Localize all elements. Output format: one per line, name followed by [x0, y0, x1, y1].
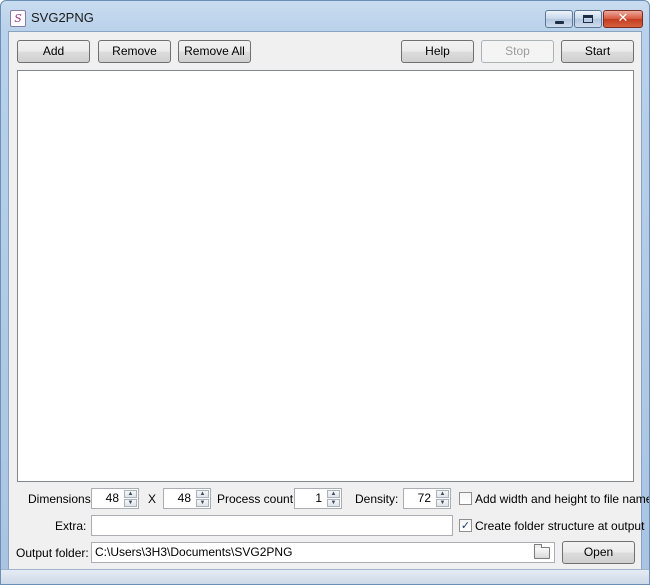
density-value: 72 [417, 491, 431, 505]
file-list[interactable] [17, 70, 634, 482]
help-button[interactable]: Help [401, 40, 474, 63]
dimension-x-label: X [148, 492, 157, 506]
stop-button[interactable]: Stop [481, 40, 554, 63]
window-title: SVG2PNG [31, 10, 94, 25]
remove-all-button[interactable]: Remove All [178, 40, 251, 63]
extra-label: Extra: [55, 519, 87, 533]
spin-down-icon[interactable]: ▼ [327, 499, 340, 507]
client-area: Add Remove Remove All Help Stop Start Di… [8, 31, 649, 576]
create-folder-checkbox[interactable]: ✓ [459, 519, 472, 532]
spin-down-icon[interactable]: ▼ [124, 499, 137, 507]
start-button[interactable]: Start [561, 40, 634, 63]
height-spinbox[interactable]: 48 ▲ ▼ [163, 488, 211, 509]
dimensions-label: Dimensions: [28, 492, 95, 506]
process-count-label: Process count: [217, 492, 297, 506]
spin-up-icon[interactable]: ▲ [436, 490, 449, 498]
spin-up-icon[interactable]: ▲ [327, 490, 340, 498]
density-spinbox[interactable]: 72 ▲ ▼ [403, 488, 451, 509]
density-label: Density: [355, 492, 399, 506]
width-value: 48 [105, 491, 119, 505]
spin-up-icon[interactable]: ▲ [196, 490, 209, 498]
app-icon: S [10, 10, 26, 27]
output-folder-path: C:\Users\3H3\Documents\SVG2PNG [95, 545, 293, 559]
spin-up-icon[interactable]: ▲ [124, 490, 137, 498]
spin-down-icon[interactable]: ▼ [196, 499, 209, 507]
remove-button[interactable]: Remove [98, 40, 171, 63]
height-spin-arrows: ▲ ▼ [196, 490, 209, 507]
add-wh-checkbox[interactable] [459, 492, 472, 505]
maximize-icon [583, 15, 593, 23]
close-button[interactable]: ✕ [603, 10, 643, 28]
spin-down-icon[interactable]: ▼ [436, 499, 449, 507]
create-folder-label[interactable]: Create folder structure at output [475, 519, 644, 533]
process-count-value: 1 [315, 491, 322, 505]
folder-icon[interactable] [534, 544, 550, 559]
maximize-button[interactable] [574, 10, 602, 28]
height-value: 48 [177, 491, 191, 505]
output-folder-label: Output folder: [16, 546, 89, 560]
output-folder-field[interactable]: C:\Users\3H3\Documents\SVG2PNG [91, 542, 555, 563]
process-count-spinbox[interactable]: 1 ▲ ▼ [294, 488, 342, 509]
status-bar [1, 569, 649, 584]
close-icon: ✕ [617, 11, 629, 26]
title-bar[interactable]: S SVG2PNG ✕ [1, 1, 649, 35]
add-button[interactable]: Add [17, 40, 90, 63]
process-count-spin-arrows: ▲ ▼ [327, 490, 340, 507]
extra-input[interactable] [91, 515, 453, 536]
width-spinbox[interactable]: 48 ▲ ▼ [91, 488, 139, 509]
add-wh-label[interactable]: Add width and height to file name [475, 492, 649, 506]
width-spin-arrows: ▲ ▼ [124, 490, 137, 507]
app-window: S SVG2PNG ✕ Add Remove Remove All Help S… [0, 0, 650, 585]
density-spin-arrows: ▲ ▼ [436, 490, 449, 507]
minimize-icon [555, 21, 564, 24]
open-button[interactable]: Open [562, 541, 635, 564]
minimize-button[interactable] [545, 10, 573, 28]
